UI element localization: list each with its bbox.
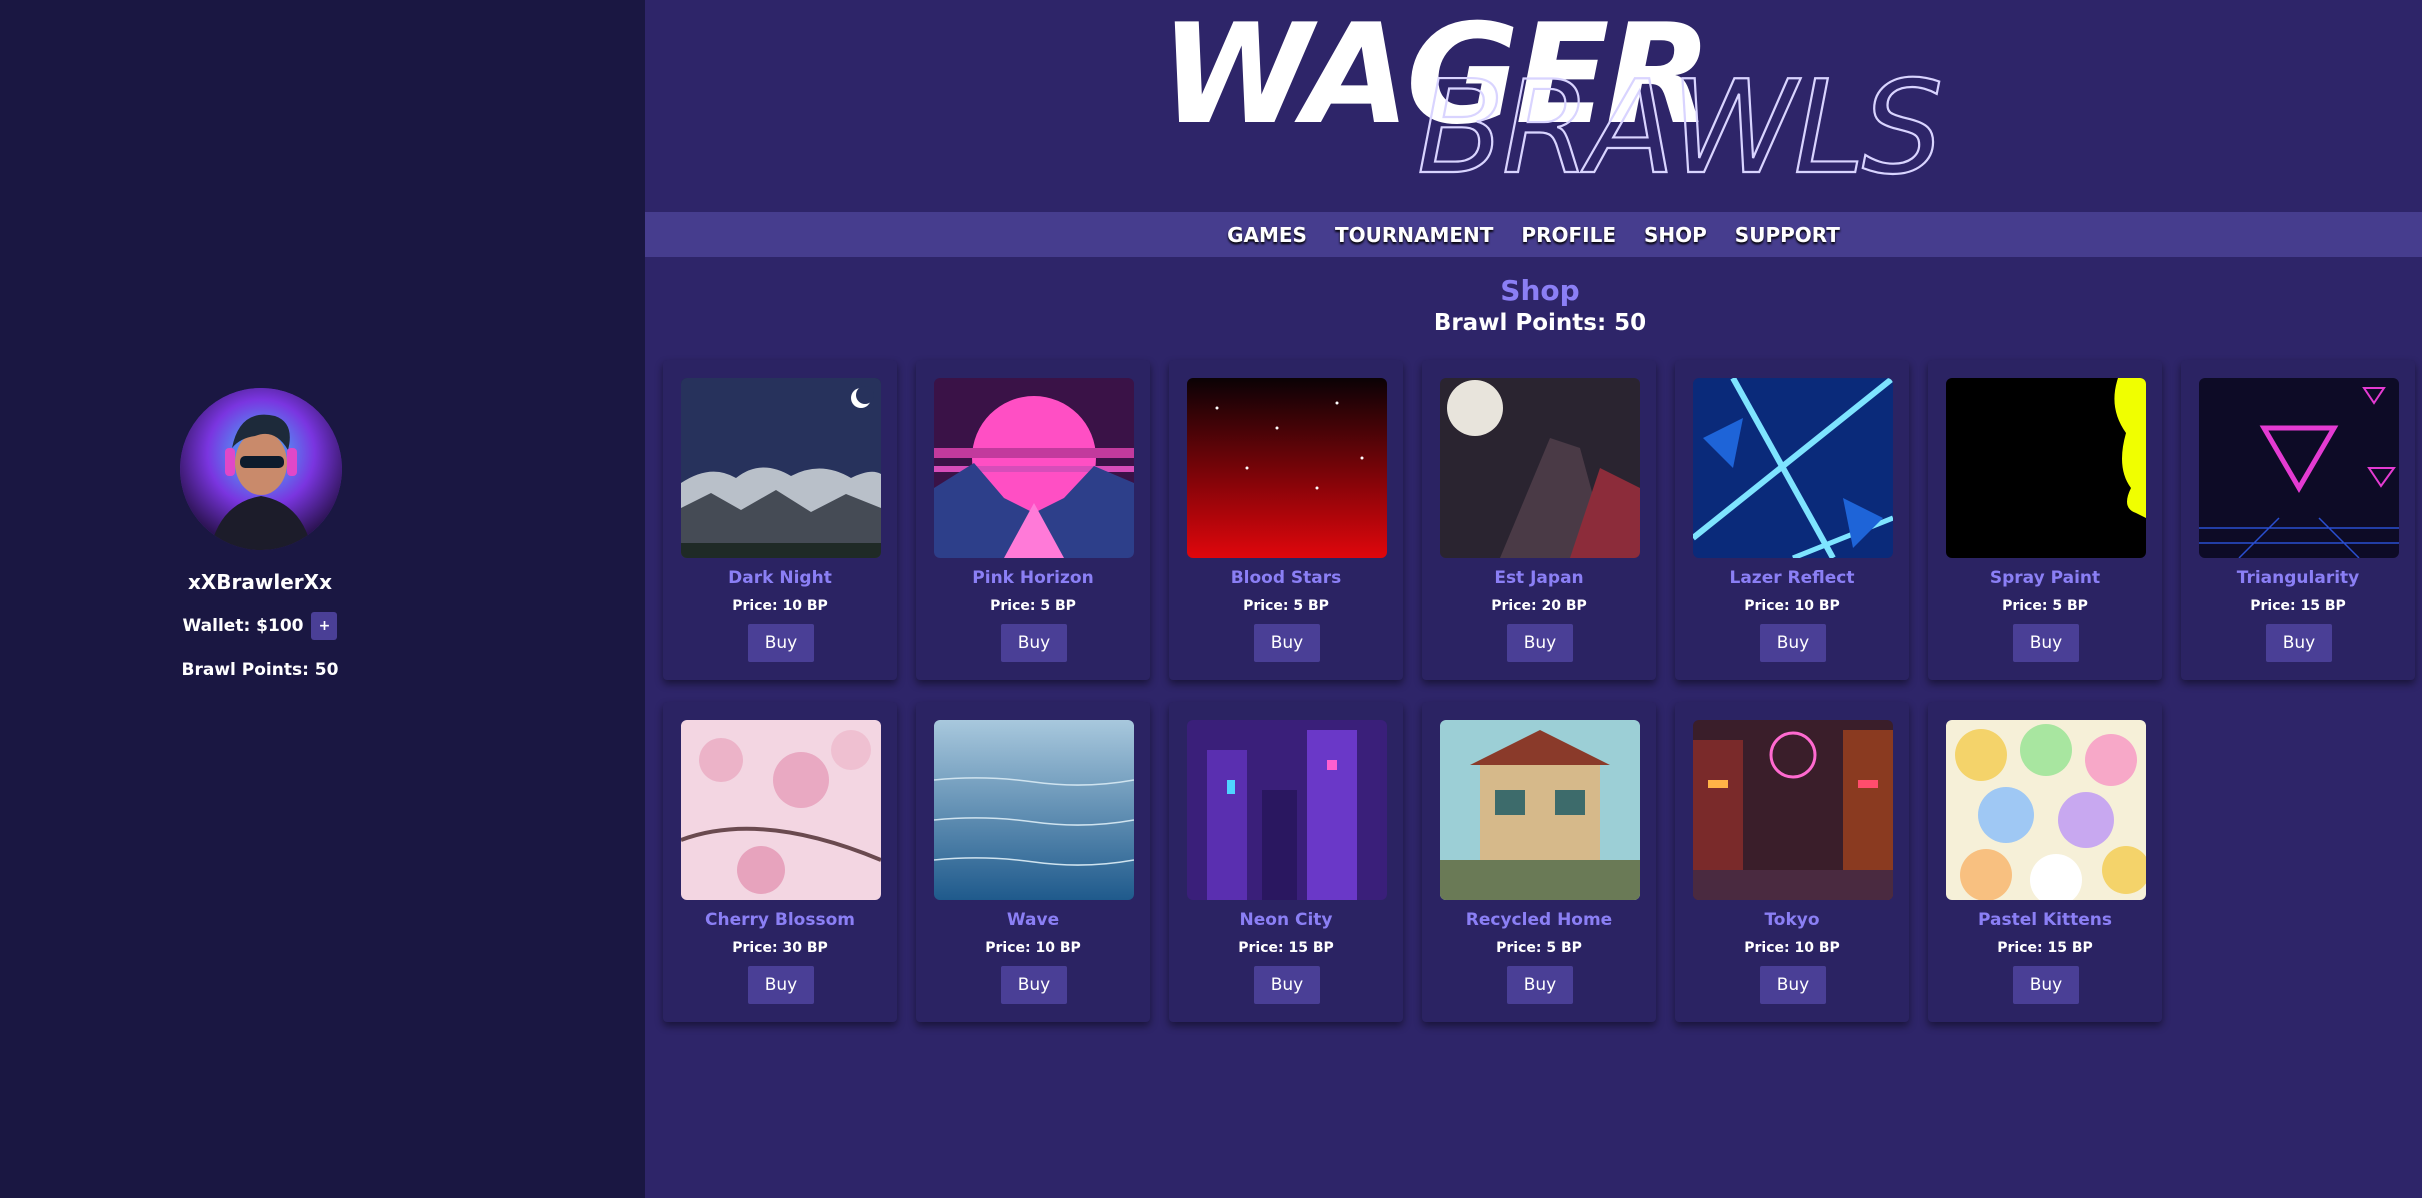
shop-item-card: Wave Price: 10 BP Buy (916, 702, 1150, 1022)
buy-button[interactable]: Buy (1760, 624, 1826, 662)
shop-item-card: Recycled Home Price: 5 BP Buy (1422, 702, 1656, 1022)
item-name: Wave (1006, 910, 1060, 930)
shop-item-card: Triangularity Price: 15 BP Buy (2181, 360, 2415, 680)
item-price: Price: 10 BP (1744, 598, 1840, 614)
wallet-label: Wallet: $100 (182, 616, 304, 636)
buy-button[interactable]: Buy (2266, 624, 2332, 662)
item-thumbnail (1187, 378, 1387, 558)
item-name: Spray Paint (1989, 568, 2101, 588)
shop-item-card: Pink Horizon Price: 5 BP Buy (916, 360, 1150, 680)
item-thumbnail (1187, 720, 1387, 900)
shop-item-card: Est Japan Price: 20 BP Buy (1422, 360, 1656, 680)
item-name: Est Japan (1494, 568, 1584, 588)
buy-button[interactable]: Buy (1254, 624, 1320, 662)
buy-button[interactable]: Buy (1760, 966, 1826, 1004)
item-price: Price: 5 BP (990, 598, 1076, 614)
item-name: Blood Stars (1230, 568, 1342, 588)
nav-tournament[interactable]: TOURNAMENT (1335, 223, 1493, 247)
item-thumbnail (934, 378, 1134, 558)
item-price: Price: 5 BP (1496, 940, 1582, 956)
shop-item-card: Blood Stars Price: 5 BP Buy (1169, 360, 1403, 680)
item-thumbnail (681, 378, 881, 558)
buy-button[interactable]: Buy (1254, 966, 1320, 1004)
main-content: WAGER BRAWLS GAMES TOURNAMENT PROFILE SH… (645, 0, 2422, 1198)
buy-button[interactable]: Buy (2013, 624, 2079, 662)
item-name: Tokyo (1764, 910, 1820, 930)
shop-item-card: Cherry Blossom Price: 30 BP Buy (663, 702, 897, 1022)
shop-title: Shop (1500, 274, 1580, 307)
buy-button[interactable]: Buy (748, 966, 814, 1004)
item-price: Price: 15 BP (2250, 598, 2346, 614)
shop-item-card: Pastel Kittens Price: 15 BP Buy (1928, 702, 2162, 1022)
buy-button[interactable]: Buy (1507, 966, 1573, 1004)
sidebar: xXBrawlerXx Wallet: $100 + Brawl Points:… (0, 0, 645, 1198)
item-name: Recycled Home (1465, 910, 1613, 930)
item-name: Triangularity (2236, 568, 2360, 588)
item-thumbnail (1440, 720, 1640, 900)
item-thumbnail (934, 720, 1134, 900)
item-thumbnail (1693, 378, 1893, 558)
item-name: Neon City (1239, 910, 1333, 930)
username: xXBrawlerXx (187, 570, 332, 594)
buy-button[interactable]: Buy (1001, 624, 1067, 662)
sidebar-brawl-points: Brawl Points: 50 (181, 660, 339, 680)
item-thumbnail (1693, 720, 1893, 900)
item-name: Cherry Blossom (705, 910, 855, 930)
buy-button[interactable]: Buy (1001, 966, 1067, 1004)
buy-button[interactable]: Buy (2013, 966, 2079, 1004)
item-name: Pink Horizon (972, 568, 1094, 588)
shop-item-card: Neon City Price: 15 BP Buy (1169, 702, 1403, 1022)
nav-profile[interactable]: PROFILE (1521, 223, 1616, 247)
item-thumbnail (1440, 378, 1640, 558)
item-thumbnail (2199, 378, 2399, 558)
item-name: Lazer Reflect (1729, 568, 1855, 588)
avatar-illustration (180, 388, 342, 550)
item-price: Price: 5 BP (1243, 598, 1329, 614)
item-price: Price: 15 BP (1238, 940, 1334, 956)
user-avatar[interactable] (180, 388, 342, 550)
shop-brawl-points: Brawl Points: 50 (1433, 310, 1647, 336)
shop-item-card: Dark Night Price: 10 BP Buy (663, 360, 897, 680)
item-thumbnail (1946, 378, 2146, 558)
item-name: Pastel Kittens (1978, 910, 2112, 930)
shop-item-card: Tokyo Price: 10 BP Buy (1675, 702, 1909, 1022)
item-price: Price: 10 BP (985, 940, 1081, 956)
nav-support[interactable]: SUPPORT (1735, 223, 1840, 247)
item-price: Price: 10 BP (1744, 940, 1840, 956)
item-price: Price: 15 BP (1997, 940, 2093, 956)
nav-games[interactable]: GAMES (1227, 223, 1307, 247)
shop-item-card: Lazer Reflect Price: 10 BP Buy (1675, 360, 1909, 680)
item-price: Price: 20 BP (1491, 598, 1587, 614)
shop-item-card: Spray Paint Price: 5 BP Buy (1928, 360, 2162, 680)
main-nav: GAMES TOURNAMENT PROFILE SHOP SUPPORT (645, 212, 2422, 257)
wager-brawls-logo: WAGER BRAWLS (1160, 0, 1944, 200)
item-thumbnail (681, 720, 881, 900)
item-price: Price: 30 BP (732, 940, 828, 956)
item-price: Price: 5 BP (2002, 598, 2088, 614)
logo-brawls-text: BRAWLS (1417, 54, 1940, 200)
wallet: Wallet: $100 + (0, 612, 520, 640)
item-price: Price: 10 BP (732, 598, 828, 614)
buy-button[interactable]: Buy (1507, 624, 1573, 662)
buy-button[interactable]: Buy (748, 624, 814, 662)
item-name: Dark Night (728, 568, 832, 588)
nav-shop[interactable]: SHOP (1644, 223, 1707, 247)
item-thumbnail (1946, 720, 2146, 900)
wallet-add-button[interactable]: + (311, 612, 338, 640)
